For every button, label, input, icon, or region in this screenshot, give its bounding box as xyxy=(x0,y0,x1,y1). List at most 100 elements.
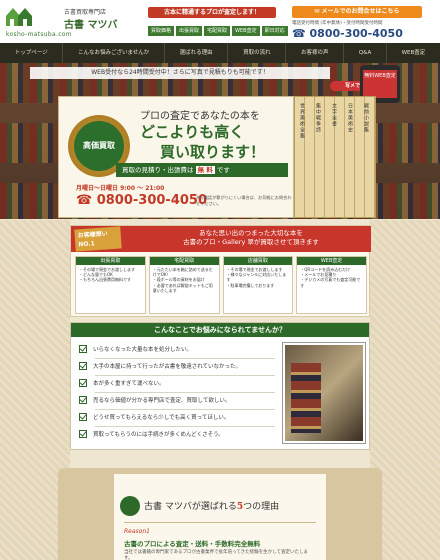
hero-phone[interactable]: ☎ 0800-300-4050 xyxy=(76,193,207,208)
worry-item: いらなくなった大量な本を処分したい。 xyxy=(79,345,279,353)
reasons-title-pre: 古書 マツバが選ばれる xyxy=(144,502,237,512)
recommend-panel: お客様想い NO.1 あなた思い出のつまった大切な本を 古書のプロ・Galler… xyxy=(70,225,371,317)
service-tag: WEB査定 xyxy=(232,26,260,36)
divider xyxy=(95,409,275,410)
logo-subtitle: 古書買取専門店 xyxy=(64,9,107,16)
phone-screen-label: 無料WEB査定 xyxy=(363,70,397,98)
checkbox-icon xyxy=(79,430,87,438)
book-spine: 文字全書 xyxy=(331,103,337,127)
worries-title: こんなことでお悩みになられてませんか？ xyxy=(71,323,369,337)
worry-item: どうせ買ってもらえるなら少しでも高く買ってほしい。 xyxy=(79,413,279,421)
hero-line2: どこよりも高く xyxy=(140,123,245,141)
service-column-visit[interactable]: 出張買取 ・その場で現金でお渡しします ・どんな量でもOK ・もちろん出張費用無… xyxy=(75,256,146,314)
reasons-card: 古書 マツバが選ばれる5つの理由 Reason1 古書のプロによる査定・送料・手… xyxy=(114,474,326,560)
tel-note: 電話受付時間 (年中無休)・受付時間受付時間 xyxy=(292,21,383,26)
service-tag: 即日対応 xyxy=(261,26,288,36)
nav-item-voices[interactable]: お客様の声 xyxy=(286,43,345,63)
nav-item-flow[interactable]: 買取の流れ xyxy=(228,43,287,63)
reasons-section: 古書 マツバが選ばれる5つの理由 Reason1 古書のプロによる査定・送料・手… xyxy=(58,468,382,560)
tagline-badge: 古本に精通するプロが査定します！ xyxy=(148,7,276,18)
column-body: ・元だたい本を箱に詰めて送るだけでOK！ ・段ボール等の資材をお届け ・必要であ… xyxy=(152,267,213,293)
logo-url: kosho-matsuba.com xyxy=(6,31,72,38)
reasons-title: 古書 マツバが選ばれる5つの理由 xyxy=(144,499,279,512)
free-bar-strong: 無 料 xyxy=(195,166,215,174)
hero: WEB受付なら24時間受付中！さらに写真で見積もりも可能です！ 写メで簡単査定！… xyxy=(0,63,440,219)
nav-item-web[interactable]: WEB査定 xyxy=(387,43,440,63)
service-tag: 宅配買取 xyxy=(204,26,231,36)
checkbox-icon xyxy=(79,413,87,421)
recommend-title-line2: 古書のプロ・Gallery 翠が買取させて頂きます xyxy=(183,238,319,246)
business-hours: 月曜日〜日曜日 9:00 〜 21:00 xyxy=(76,185,165,192)
worry-text: どうせ買ってもらえるなら少しでも高く買ってほしい。 xyxy=(93,415,230,421)
book-logo-icon xyxy=(120,496,140,516)
reasons-title-post: つの理由 xyxy=(243,502,280,512)
service-columns: 出張買取 ・その場で現金でお渡しします ・どんな量でもOK ・もちろん出張費用無… xyxy=(75,256,367,314)
worry-item: 本が多く重すぎて運べない。 xyxy=(79,379,279,387)
nav-item-worries[interactable]: こんなお悩みございませんか xyxy=(63,43,165,63)
free-bar-pre: 買取の見積り・出張費は xyxy=(122,166,194,174)
main-nav: トップページ こんなお悩みございませんか 選ばれる理由 買取の流れ お客様の声 … xyxy=(0,43,440,63)
house-logo-icon xyxy=(6,8,32,26)
worry-text: 売るなら価値が分かる専門店で査定、買取して欲しい。 xyxy=(93,398,231,404)
reason-heading: 古書のプロによる査定・送料・手数料完全無料 xyxy=(124,540,261,548)
worries-panel: こんなことでお悩みになられてませんか？ いらなくなった大量な本を処分したい。 大… xyxy=(70,322,370,450)
book-stack-photo xyxy=(291,363,321,433)
recommend-title-line1: あなた思い出のつまった大切な本を xyxy=(199,229,303,237)
service-tag: 買取価格 xyxy=(148,26,175,36)
nav-item-reasons[interactable]: 選ばれる理由 xyxy=(165,43,229,63)
hero-note: ※お電話が繋がりにくい場合は、お気軽にお問合わせください。 xyxy=(196,195,292,206)
header-phone-number: 0800-300-4050 xyxy=(309,27,403,40)
column-head: WEB査定 xyxy=(297,257,366,265)
recommend-header: お客様想い NO.1 あなた思い出のつまった大切な本を 古書のプロ・Galler… xyxy=(71,226,371,252)
service-column-delivery[interactable]: 宅配買取 ・元だたい本を箱に詰めて送るだけでOK！ ・段ボール等の資材をお届け … xyxy=(148,256,220,314)
column-head: 出張買取 xyxy=(76,257,145,265)
service-column-web[interactable]: WEB査定 ・QRコードを読み込むだけ ・メールでお見積り ・デジカメの写真でも… xyxy=(296,256,367,314)
phone-icon: ☎ xyxy=(76,193,97,208)
page: 古書買取専門店 古書 マツバ kosho-matsuba.com 古本に精通する… xyxy=(0,0,440,560)
nav-item-top[interactable]: トップページ xyxy=(0,43,64,63)
divider xyxy=(124,522,316,523)
header: 古書買取専門店 古書 マツバ kosho-matsuba.com 古本に精通する… xyxy=(0,0,440,43)
column-head: 店舗買取 xyxy=(223,257,293,265)
book-spine: 集中戦争詩 xyxy=(315,103,321,133)
nav-item-qa[interactable]: Q&A xyxy=(344,43,387,63)
worry-text: 買取ってもらうのには手続きが多くめんどくさそう。 xyxy=(93,432,224,438)
divider xyxy=(95,392,275,393)
checkbox-icon xyxy=(79,345,87,353)
service-tag: 出張買取 xyxy=(176,26,203,36)
worry-item: 大手の本屋に持って行ったが古書を敬遠されていなかった。 xyxy=(79,362,279,370)
hero-books-image: 世界美術全集 集中戦争詩 文字全書 日本美術史 戦前小説集 xyxy=(294,96,376,218)
checkbox-icon xyxy=(79,362,87,370)
recommend-title: あなた思い出のつまった大切な本を 古書のプロ・Gallery 翠が買取させて頂き… xyxy=(141,229,361,247)
worry-text: 本が多く重すぎて運べない。 xyxy=(93,381,165,387)
worry-item: 買取ってもらうのには手続きが多くめんどくさそう。 xyxy=(79,430,279,438)
worry-text: 大手の本屋に持って行ったが古書を敬遠されていなかった。 xyxy=(93,364,242,370)
column-body: ・QRコードを読み込むだけ ・メールでお見積り ・デジカメの写真でも査定可能です xyxy=(300,267,361,288)
column-head: 宅配買取 xyxy=(149,257,219,265)
book-spine: 世界美術全集 xyxy=(299,103,305,139)
hero-line3: 買い取ります！ xyxy=(160,143,266,161)
phone-icon: ☎ xyxy=(292,27,310,40)
mail-contact-button[interactable]: ✉ メールでのお問合せはこちら xyxy=(292,6,422,18)
book-spine: 戦前小説集 xyxy=(363,103,369,133)
worry-item: 売るなら価値が分かる専門店で査定、買取して欲しい。 xyxy=(79,396,279,404)
mail-button-label: メールでのお問合せはこちら xyxy=(321,8,400,15)
divider xyxy=(95,375,275,376)
divider xyxy=(95,426,275,427)
hero-line1: プロの査定であなたの本を xyxy=(140,111,260,122)
worry-text: いらなくなった大量な本を処分したい。 xyxy=(93,347,193,353)
mail-icon: ✉ xyxy=(314,8,322,15)
free-bar-post: です xyxy=(216,166,230,174)
web-banner: WEB受付なら24時間受付中！さらに写真で見積もりも可能です！ xyxy=(30,67,330,79)
reason-body: 当社では書籍の専門家であるプロが古書業界で長年培ってきた経験を生かして査定いたし… xyxy=(124,550,308,560)
divider xyxy=(95,358,275,359)
recommend-flag: お客様想い NO.1 xyxy=(74,226,122,252)
book-spine: 日本美術史 xyxy=(347,103,353,133)
hero-phone-number: 0800-300-4050 xyxy=(96,193,208,208)
logo-title[interactable]: 古書 マツバ xyxy=(64,16,117,31)
reason-number: Reason1 xyxy=(124,528,150,535)
checkbox-icon xyxy=(79,379,87,387)
header-phone[interactable]: ☎ 0800-300-4050 xyxy=(292,27,403,40)
service-tags: 買取価格 出張買取 宅配買取 WEB査定 即日対応 xyxy=(148,26,288,36)
service-column-store[interactable]: 店舗買取 ・その場で現金でお渡しします ・様々なジャンルに対応いたします ・駐車… xyxy=(222,256,294,314)
